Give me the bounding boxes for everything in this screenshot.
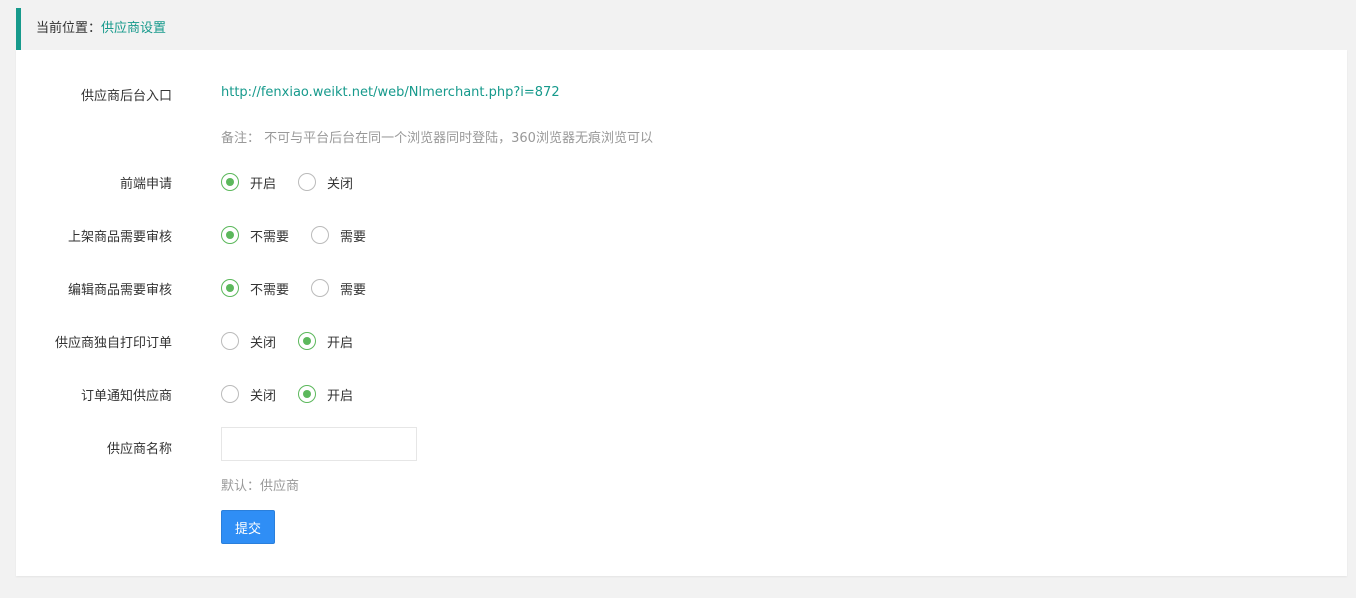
- submit-button[interactable]: 提交: [221, 510, 275, 544]
- breadcrumb-current[interactable]: 供应商设置: [101, 21, 166, 36]
- frontend-apply-radio-group: 开启 关闭: [221, 171, 375, 193]
- listing-review-radio-group: 不需要 需要: [221, 224, 388, 246]
- breadcrumb: 当前位置：供应商设置: [16, 8, 1347, 50]
- order-notify-radio-group: 关闭 开启: [221, 383, 375, 405]
- supplier-name-hint: 默认：供应商: [221, 479, 300, 494]
- edit-review-option-0-label: 不需要: [250, 282, 290, 298]
- radio-circle-icon[interactable]: [298, 385, 317, 403]
- listing-review-label: 上架商品需要审核: [67, 230, 172, 245]
- radio-circle-icon[interactable]: [221, 173, 239, 191]
- frontend-apply-option-0-label: 开启: [250, 176, 277, 192]
- radio-circle-icon[interactable]: [221, 279, 239, 297]
- radio-circle-icon[interactable]: [221, 385, 239, 403]
- print-order-radio-group: 关闭 开启: [221, 330, 375, 352]
- breadcrumb-prefix: 当前位置：: [36, 21, 102, 36]
- frontend-apply-option-1[interactable]: 关闭: [298, 173, 353, 192]
- listing-review-option-1-label: 需要: [340, 229, 367, 245]
- radio-circle-icon[interactable]: [298, 332, 317, 350]
- edit-review-radio-group: 不需要 需要: [221, 277, 388, 299]
- listing-review-option-1[interactable]: 需要: [311, 226, 366, 245]
- frontend-apply-label: 前端申请: [119, 177, 172, 192]
- print-order-label: 供应商独自打印订单: [54, 336, 172, 351]
- entry-label: 供应商后台入口: [80, 89, 172, 104]
- entry-note: 备注： 不可与平台后台在同一个浏览器同时登陆，360浏览器无痕浏览可以: [221, 131, 653, 146]
- radio-circle-icon[interactable]: [221, 332, 239, 350]
- edit-review-label: 编辑商品需要审核: [67, 283, 172, 298]
- settings-panel: 供应商后台入口 http://fenxiao.weikt.net/web/Nlm…: [16, 50, 1347, 576]
- radio-circle-icon[interactable]: [311, 279, 330, 297]
- frontend-apply-option-0[interactable]: 开启: [221, 173, 276, 192]
- edit-review-option-1-label: 需要: [340, 282, 367, 298]
- print-order-option-1-label: 开启: [327, 335, 354, 351]
- radio-circle-icon[interactable]: [298, 173, 317, 191]
- entry-url-link[interactable]: http://fenxiao.weikt.net/web/Nlmerchant.…: [221, 85, 560, 100]
- order-notify-label: 订单通知供应商: [80, 389, 172, 404]
- order-notify-option-1-label: 开启: [327, 388, 354, 404]
- frontend-apply-option-1-label: 关闭: [327, 176, 354, 192]
- order-notify-option-1[interactable]: 开启: [298, 385, 353, 404]
- edit-review-option-1[interactable]: 需要: [311, 279, 366, 298]
- order-notify-option-0-label: 关闭: [250, 388, 277, 404]
- radio-circle-icon[interactable]: [311, 226, 330, 244]
- listing-review-option-0[interactable]: 不需要: [221, 226, 289, 245]
- supplier-name-input[interactable]: [221, 427, 417, 461]
- listing-review-option-0-label: 不需要: [250, 229, 290, 245]
- order-notify-option-0[interactable]: 关闭: [221, 385, 276, 404]
- radio-circle-icon[interactable]: [221, 226, 239, 244]
- print-order-option-0-label: 关闭: [250, 335, 277, 351]
- print-order-option-1[interactable]: 开启: [298, 332, 353, 351]
- edit-review-option-0[interactable]: 不需要: [221, 279, 289, 298]
- supplier-name-label: 供应商名称: [106, 442, 172, 457]
- print-order-option-0[interactable]: 关闭: [221, 332, 276, 351]
